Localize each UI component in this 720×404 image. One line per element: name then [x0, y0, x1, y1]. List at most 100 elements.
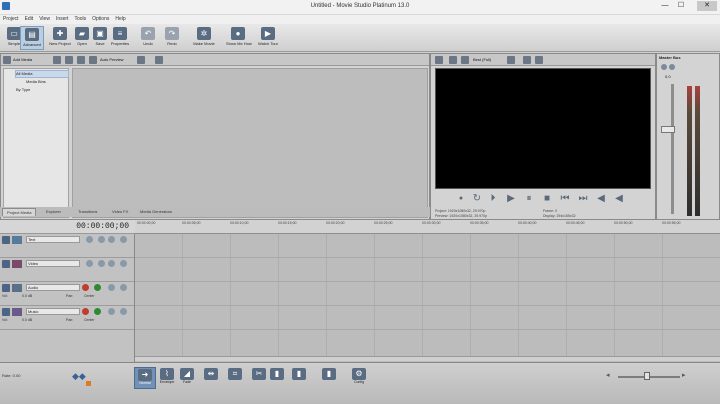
mute-track-icon[interactable] [108, 236, 115, 243]
advanced-mode-button[interactable]: ▤ Advanced [20, 26, 44, 50]
zoom-out-icon[interactable]: ◂ [606, 371, 610, 379]
track-name-field[interactable]: Video [26, 260, 80, 267]
track-lane-music[interactable] [135, 306, 720, 330]
track-header-text[interactable]: Text [0, 234, 134, 258]
preview-settings-icon[interactable] [435, 56, 443, 64]
import-icon[interactable] [53, 56, 61, 64]
mute-track-icon[interactable] [108, 308, 115, 315]
track-name-field[interactable]: Audio [26, 284, 80, 291]
time-ruler[interactable]: 00:00:00;00 00:00:05;00 00:00:10;00 00:0… [135, 220, 720, 234]
stop-icon[interactable]: ■ [541, 193, 553, 205]
tab-media-generators[interactable]: Media Generators [136, 208, 176, 216]
fade-tool[interactable]: ◢ Fade [176, 367, 198, 389]
copy-snapshot-icon[interactable] [523, 56, 531, 64]
media-fx-icon[interactable] [89, 56, 97, 64]
tree-item-media-bins[interactable]: Media Bins [26, 79, 46, 85]
tab-project-media[interactable]: Project Media [2, 208, 37, 216]
crop-button[interactable]: ⌗ [224, 367, 246, 389]
remove-icon[interactable] [77, 56, 85, 64]
copy-button[interactable]: ▮ [288, 367, 310, 389]
menu-edit[interactable]: Edit [25, 15, 34, 24]
next-frame-icon[interactable]: ◀ [613, 193, 625, 205]
solo-track-icon[interactable] [120, 260, 127, 267]
tree-item-all-media[interactable]: All Media [15, 70, 69, 78]
mute-track-icon[interactable] [108, 284, 115, 291]
redo-button[interactable]: ↷ Redo [160, 26, 184, 50]
mute-icon[interactable] [661, 64, 667, 70]
maximize-button[interactable]: ☐ [674, 1, 688, 11]
loop-playback-icon[interactable]: ↻ [471, 193, 483, 205]
split-screen-icon[interactable] [461, 56, 469, 64]
zoom-slider-knob[interactable] [644, 372, 650, 380]
arm-record-icon[interactable] [82, 284, 89, 291]
trim-tool-icon[interactable] [65, 56, 73, 64]
track-fx-icon[interactable] [94, 308, 101, 315]
track-header-video[interactable]: Video [0, 258, 134, 282]
search-media-icon[interactable] [155, 56, 163, 64]
paste-button[interactable]: ▮ [318, 367, 340, 389]
timeline-scrollbar[interactable] [135, 356, 720, 361]
menu-tools[interactable]: Tools [74, 15, 86, 24]
add-media-label[interactable]: Add Media [13, 57, 32, 62]
auto-preview-label[interactable]: Auto Preview [100, 57, 124, 62]
previous-frame-icon[interactable]: ◀ [595, 193, 607, 205]
undo-button[interactable]: ↶ Undo [136, 26, 160, 50]
marker-icon[interactable] [86, 381, 91, 386]
close-button[interactable]: ✕ [697, 1, 717, 11]
cut-button[interactable]: ▮ [266, 367, 288, 389]
track-motion-icon[interactable] [86, 236, 93, 243]
track-fx-icon[interactable] [98, 260, 105, 267]
split-button[interactable]: ⇹ [200, 367, 222, 389]
track-lane-video[interactable] [135, 258, 720, 282]
solo-icon[interactable] [669, 64, 675, 70]
overlays-icon[interactable] [507, 56, 515, 64]
properties-button[interactable]: ≡ Properties [108, 26, 132, 50]
make-movie-button[interactable]: ✲ Make Movie [192, 26, 216, 50]
play-icon[interactable]: ▶ [505, 193, 517, 205]
external-monitor-icon[interactable] [449, 56, 457, 64]
transport-shuttle-icon[interactable]: ◆◆ [72, 371, 86, 382]
track-header-music[interactable]: Music Vol: 0.0 dB Pan: Center [0, 306, 134, 330]
pause-icon[interactable]: ⏸ [523, 193, 535, 205]
normal-edit-tool[interactable]: ➜ Normal [134, 367, 156, 389]
timeline-area[interactable]: 00:00:00;00 00:00:05;00 00:00:10;00 00:0… [135, 220, 720, 362]
config-button[interactable]: ⚙ Config [348, 367, 370, 389]
play-from-start-icon[interactable]: ⏵ [487, 193, 499, 205]
track-lane-text[interactable] [135, 234, 720, 258]
preview-quality-select[interactable]: Best (Full) [473, 57, 491, 62]
envelope-tool[interactable]: ⌇ Envelope [156, 367, 178, 389]
add-media-icon[interactable] [3, 56, 11, 64]
tab-transitions[interactable]: Transitions [74, 208, 101, 216]
mute-track-icon[interactable] [108, 260, 115, 267]
menu-options[interactable]: Options [92, 15, 109, 24]
track-fx-icon[interactable] [94, 284, 101, 291]
tab-explorer[interactable]: Explorer [42, 208, 65, 216]
menu-insert[interactable]: Insert [56, 15, 69, 24]
new-project-button[interactable]: ✚ New Project [48, 26, 72, 50]
track-fx-icon[interactable] [98, 236, 105, 243]
track-lane-audio[interactable] [135, 282, 720, 306]
tree-item-by-type[interactable]: By Type [16, 87, 30, 93]
master-fader-knob[interactable] [661, 126, 675, 133]
media-content-area[interactable] [72, 68, 428, 218]
menu-help[interactable]: Help [115, 15, 125, 24]
views-icon[interactable] [137, 56, 145, 64]
go-to-end-icon[interactable]: ⏭ [577, 193, 589, 205]
track-header-audio[interactable]: Audio Vol: 0.0 dB Pan: Center [0, 282, 134, 306]
zoom-in-icon[interactable]: ▸ [682, 371, 686, 379]
menu-project[interactable]: Project [3, 15, 19, 24]
arm-record-icon[interactable] [82, 308, 89, 315]
menu-view[interactable]: View [39, 15, 50, 24]
minimize-button[interactable]: — [658, 1, 672, 11]
solo-track-icon[interactable] [120, 236, 127, 243]
show-me-how-button[interactable]: ● Show Me How [226, 26, 252, 50]
save-snapshot-icon[interactable] [535, 56, 543, 64]
watch-tour-button[interactable]: ▶ Watch Tour [256, 26, 280, 50]
record-icon[interactable]: ● [455, 193, 467, 205]
track-name-field[interactable]: Music [26, 308, 80, 315]
solo-track-icon[interactable] [120, 284, 127, 291]
track-name-field[interactable]: Text [26, 236, 80, 243]
track-motion-icon[interactable] [86, 260, 93, 267]
solo-track-icon[interactable] [120, 308, 127, 315]
go-to-start-icon[interactable]: ⏮ [559, 193, 571, 205]
